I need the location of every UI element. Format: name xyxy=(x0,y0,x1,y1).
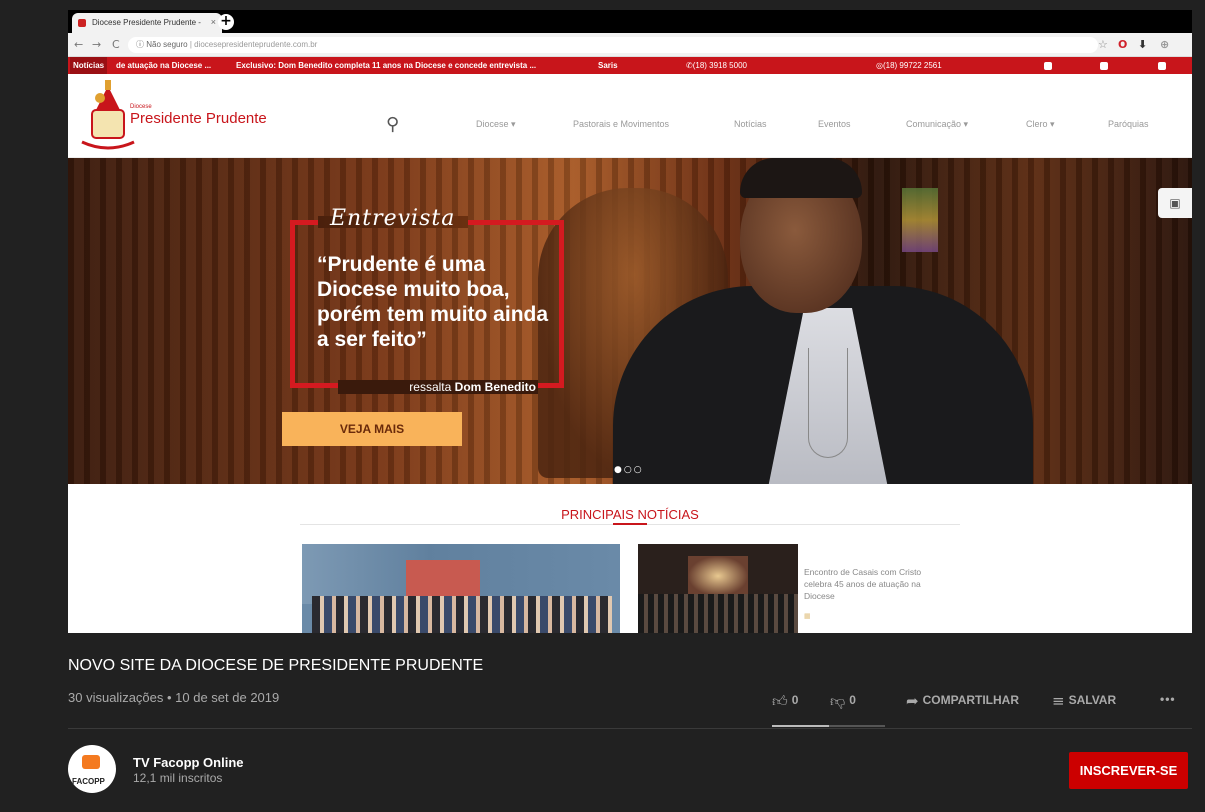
youtube-icon[interactable] xyxy=(1158,57,1166,74)
channel-avatar[interactable]: FACOPP xyxy=(68,745,116,793)
channel-name[interactable]: TV Facopp Online xyxy=(133,755,244,770)
dislike-count: 0 xyxy=(849,693,856,707)
news-image-group-photo[interactable] xyxy=(302,544,620,633)
close-tab-icon[interactable]: × xyxy=(211,17,216,27)
playlist-add-icon: ≡ xyxy=(1052,692,1065,710)
subscribe-button[interactable]: INSCREVER-SE xyxy=(1069,752,1188,789)
diocese-logo[interactable] xyxy=(78,80,138,152)
menu-item-paroquias[interactable]: Paróquias xyxy=(1108,119,1149,129)
forward-icon[interactable]: → xyxy=(92,38,101,51)
star-icon[interactable]: ☆ xyxy=(1098,38,1108,51)
hero-person-hair xyxy=(740,158,862,198)
menu-item-diocese[interactable]: Diocese ▾ xyxy=(476,119,516,130)
menu-item-comunicacao[interactable]: Comunicação ▾ xyxy=(906,119,968,130)
news-title-underline xyxy=(613,523,647,525)
video-player[interactable]: Diocese Presidente Prudente - × + ← → C … xyxy=(68,10,1192,633)
tv-logo-icon xyxy=(82,755,100,769)
thumbs-up-icon: 👍︎ xyxy=(772,692,788,710)
hero-person-cross-chain xyxy=(808,348,848,458)
reload-icon[interactable]: C xyxy=(112,38,120,51)
carousel-dots[interactable]: ●○○ xyxy=(614,465,644,475)
back-icon[interactable]: ← xyxy=(74,38,83,51)
browser-tab[interactable]: Diocese Presidente Prudente - × xyxy=(72,13,222,33)
whatsapp-number: ◎ (18) 99722 2561 xyxy=(876,61,942,70)
ticker-headline[interactable]: Exclusivo: Dom Benedito completa 11 anos… xyxy=(236,57,536,74)
phone-number: ✆ (18) 3918 5000 xyxy=(686,61,747,70)
search-icon[interactable]: ⚲ xyxy=(386,114,399,135)
security-indicator[interactable]: ⓘ Não seguro xyxy=(136,40,188,49)
browser-tab-strip: Diocese Presidente Prudente - × + xyxy=(68,10,1192,33)
camera-icon[interactable]: ▣ xyxy=(1158,188,1192,218)
share-label: COMPARTILHAR xyxy=(922,693,1020,707)
news-image-screen xyxy=(406,560,480,596)
share-button[interactable]: ➦ COMPARTILHAR xyxy=(906,692,1019,710)
ticker-headline[interactable]: Saris xyxy=(598,57,618,74)
url-text: diocesepresidenteprudente.com.br xyxy=(194,40,318,49)
extension-icon[interactable]: ⊕ xyxy=(1160,38,1169,51)
site-news-ticker: Notícias de atuação na Diocese ... Exclu… xyxy=(68,57,1192,74)
news-image-congregation xyxy=(638,594,798,633)
sentiment-bar xyxy=(772,725,885,727)
menu-item-noticias[interactable]: Notícias xyxy=(734,119,767,129)
dislike-button[interactable]: 👎︎ 0 xyxy=(830,692,856,711)
avatar-text: FACOPP xyxy=(72,777,105,786)
more-actions-button[interactable]: ••• xyxy=(1160,692,1176,706)
like-button[interactable]: 👍︎ 0 xyxy=(772,692,798,711)
like-count: 0 xyxy=(791,693,799,707)
hero-kicker: Entrevista xyxy=(330,206,456,231)
site-name[interactable]: Presidente Prudente xyxy=(130,110,267,127)
info-divider xyxy=(68,728,1192,729)
opera-icon[interactable]: O xyxy=(1118,38,1127,51)
thumbs-down-icon: 👎︎ xyxy=(830,692,846,710)
menu-item-pastorais[interactable]: Pastorais e Movimentos xyxy=(573,119,669,129)
browser-address-bar: ← → C ⓘ Não seguro | diocesepresidentepr… xyxy=(68,33,1192,57)
menu-item-clero[interactable]: Clero ▾ xyxy=(1026,119,1055,130)
share-arrow-icon: ➦ xyxy=(906,692,919,710)
save-button[interactable]: ≡ SALVAR xyxy=(1052,692,1116,710)
news-image-crowd xyxy=(312,596,612,633)
hero-banner[interactable]: ▣ Entrevista “Prudente é uma Diocese mui… xyxy=(68,158,1192,484)
stained-glass xyxy=(902,188,938,252)
download-icon[interactable]: ⬇ xyxy=(1138,38,1147,51)
veja-mais-button[interactable]: VEJA MAIS xyxy=(282,412,462,446)
hero-quote: “Prudente é uma Diocese muito boa, porém… xyxy=(317,253,549,351)
save-label: SALVAR xyxy=(1068,693,1117,707)
favicon-icon xyxy=(78,19,86,27)
news-image-church[interactable] xyxy=(638,544,798,633)
menu-item-eventos[interactable]: Eventos xyxy=(818,119,851,129)
news-section-title: PRINCIPAIS NOTÍCIAS xyxy=(561,507,699,522)
url-field[interactable]: ⓘ Não seguro | diocesepresidenteprudente… xyxy=(128,37,1098,53)
news-image-altar xyxy=(688,556,748,596)
facebook-icon[interactable] xyxy=(1044,57,1052,74)
sentiment-fill xyxy=(772,725,829,727)
news-item-title[interactable]: Encontro de Casais com Cristo celebra 45… xyxy=(804,566,932,602)
browser-tab-title: Diocese Presidente Prudente - xyxy=(92,18,201,27)
new-tab-icon[interactable]: + xyxy=(218,14,234,30)
site-header: Diocese Presidente Prudente ⚲ Diocese ▾ … xyxy=(68,74,1192,158)
ticker-label: Notícias xyxy=(70,57,108,74)
subscriber-count: 12,1 mil inscritos xyxy=(133,771,223,785)
video-meta: 30 visualizações • 10 de set de 2019 xyxy=(68,690,280,705)
ticker-headline[interactable]: de atuação na Diocese ... xyxy=(116,57,211,74)
video-title: NOVO SITE DA DIOCESE DE PRESIDENTE PRUDE… xyxy=(68,657,484,674)
calendar-icon: ▦ xyxy=(804,613,811,620)
hero-attribution: ressalta Dom Benedito xyxy=(338,380,538,394)
instagram-icon[interactable] xyxy=(1100,57,1108,74)
